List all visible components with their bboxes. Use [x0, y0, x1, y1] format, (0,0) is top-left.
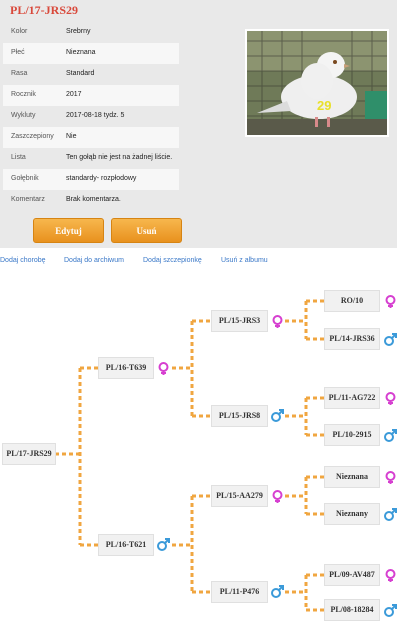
- female-icon: [385, 471, 396, 484]
- pedigree-node-great-grandparent[interactable]: PL/11-AG722: [324, 387, 380, 409]
- pedigree-node-mother[interactable]: PL/16-T639: [98, 357, 154, 379]
- pedigree-node-grandparent[interactable]: PL/15-JRS3: [211, 310, 268, 332]
- pedigree-node-great-grandparent[interactable]: RO/10: [324, 290, 380, 312]
- female-icon: [385, 295, 396, 308]
- pedigree-node-grandparent[interactable]: PL/11-P476: [211, 581, 268, 603]
- pedigree-node-great-grandparent[interactable]: PL/10-2915: [324, 424, 380, 446]
- female-icon: [385, 569, 396, 582]
- male-icon: [384, 429, 397, 442]
- male-icon: [271, 409, 284, 422]
- pedigree-node-grandparent[interactable]: PL/15-AA279: [211, 485, 268, 507]
- pedigree-node-great-grandparent[interactable]: Nieznana: [324, 466, 380, 488]
- female-icon: [272, 490, 283, 503]
- female-icon: [385, 392, 396, 405]
- pedigree-node-root[interactable]: PL/17-JRS29: [2, 443, 56, 465]
- pedigree-node-great-grandparent[interactable]: PL/14-JRS36: [324, 328, 380, 350]
- male-icon: [384, 508, 397, 521]
- pedigree-node-great-grandparent[interactable]: PL/09-AV487: [324, 564, 380, 586]
- pedigree-node-grandparent[interactable]: PL/15-JRS8: [211, 405, 268, 427]
- female-icon: [158, 362, 169, 375]
- pedigree-node-father[interactable]: PL/16-T621: [98, 534, 154, 556]
- male-icon: [157, 538, 170, 551]
- male-icon: [384, 333, 397, 346]
- male-icon: [271, 585, 284, 598]
- pedigree-node-great-grandparent[interactable]: Nieznany: [324, 503, 380, 525]
- female-icon: [272, 315, 283, 328]
- pedigree-node-great-grandparent[interactable]: PL/08-18284: [324, 599, 380, 621]
- male-icon: [384, 604, 397, 617]
